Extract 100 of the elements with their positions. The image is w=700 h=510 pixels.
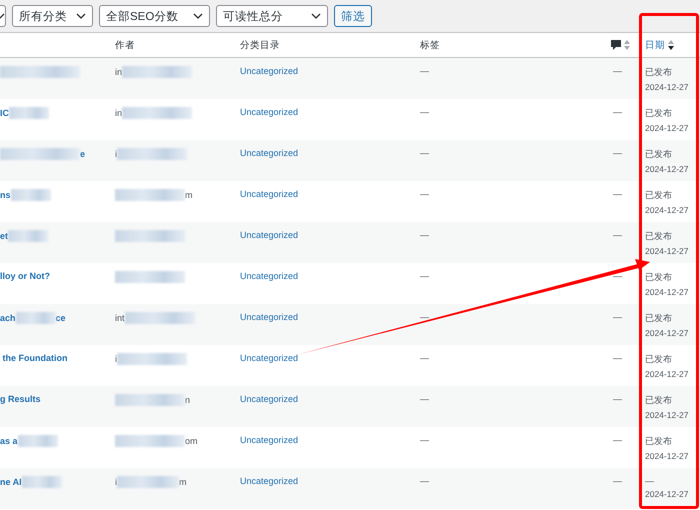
filter-button[interactable]: 筛选	[334, 5, 372, 27]
post-status: 已发布	[645, 353, 672, 366]
dropdown[interactable]: 所有分类	[12, 5, 93, 27]
author-text: i	[115, 477, 117, 487]
category-link[interactable]: Uncategorized	[240, 271, 298, 281]
table-cell: —	[613, 148, 622, 158]
post-date: 2024-12-27	[645, 451, 688, 461]
author-text: n	[185, 395, 190, 405]
post-title-link[interactable]: lloy or Not?	[0, 271, 50, 281]
category-link[interactable]: Uncategorized	[240, 230, 298, 240]
table-cell: —	[420, 271, 429, 281]
column-sort-link[interactable]: 日期	[645, 38, 665, 52]
post-status: 已发布	[645, 435, 672, 448]
table-cell: —	[420, 312, 429, 322]
redaction-blur	[122, 107, 192, 119]
author-text: in	[115, 108, 122, 118]
post-title-link[interactable]: g Results	[0, 394, 41, 404]
post-title-link[interactable]: ns	[0, 190, 11, 200]
post-title-link[interactable]: et	[0, 231, 8, 241]
post-status: 已发布	[645, 107, 672, 120]
post-status: 已发布	[645, 189, 672, 202]
category-link[interactable]: Uncategorized	[240, 435, 298, 445]
redaction-blur	[115, 394, 185, 406]
redaction-blur	[122, 66, 192, 78]
redaction-blur	[117, 148, 187, 160]
post-title-link[interactable]: ne AI	[0, 477, 22, 487]
author-text: m	[179, 477, 186, 487]
category-link[interactable]: Uncategorized	[240, 353, 298, 363]
category-link[interactable]: Uncategorized	[240, 66, 298, 76]
post-date: 2024-12-27	[645, 164, 688, 174]
post-date: 2024-12-27	[645, 123, 688, 133]
table-cell: —	[420, 66, 429, 76]
author-text: i	[115, 149, 117, 159]
category-link[interactable]: Uncategorized	[240, 189, 298, 199]
table-cell: —	[613, 271, 622, 281]
post-status: 已发布	[645, 66, 672, 79]
column-header: 作者	[115, 38, 135, 52]
table-cell: —	[420, 353, 429, 363]
category-link[interactable]: Uncategorized	[240, 394, 298, 404]
post-title-link[interactable]: as a	[0, 436, 18, 446]
chevron-icon	[76, 13, 86, 19]
post-date: 2024-12-27	[645, 328, 688, 338]
post-status: 已发布	[645, 394, 672, 407]
table-cell: —	[613, 353, 622, 363]
table-cell: —	[420, 476, 429, 486]
column-header: 分类目录	[240, 38, 280, 52]
sort-icon[interactable]	[668, 40, 674, 50]
table-cell: —	[613, 476, 622, 486]
author-text: m	[185, 190, 192, 200]
table-cell: —	[613, 230, 622, 240]
redaction-blur	[115, 435, 185, 447]
post-date: 2024-12-27	[645, 287, 688, 297]
redaction-blur	[115, 271, 185, 283]
post-status: 已发布	[645, 271, 672, 284]
category-link[interactable]: Uncategorized	[240, 476, 298, 486]
author-text: in	[115, 67, 122, 77]
table-cell: —	[613, 312, 622, 322]
chevron-icon	[193, 13, 203, 19]
table-cell: —	[613, 66, 622, 76]
author-text: int	[115, 313, 125, 323]
post-date: 2024-12-27	[645, 82, 688, 92]
post-date: 2024-12-27	[645, 410, 688, 420]
post-title-link[interactable]: ce	[56, 313, 66, 323]
dropdown[interactable]: 可读性总分	[216, 5, 328, 27]
chevron-icon	[311, 13, 321, 19]
category-link[interactable]: Uncategorized	[240, 107, 298, 117]
table-cell: —	[420, 230, 429, 240]
post-title-link[interactable]: the Foundation	[0, 353, 68, 363]
post-date: 2024-12-27	[645, 489, 688, 499]
table-cell: —	[420, 394, 429, 404]
table-cell: —	[613, 394, 622, 404]
post-date: 2024-12-27	[645, 369, 688, 379]
comment-icon	[610, 40, 620, 50]
post-status: —	[645, 476, 654, 486]
category-link[interactable]: Uncategorized	[240, 312, 298, 322]
table-cell: —	[420, 435, 429, 445]
redaction-blur	[115, 189, 185, 201]
post-date: 2024-12-27	[645, 246, 688, 256]
redaction-blur	[117, 353, 187, 365]
table-cell: —	[613, 107, 622, 117]
dropdown[interactable]: 全部SEO分数	[99, 5, 210, 27]
post-title-link[interactable]: IC	[0, 108, 9, 118]
column-header: 标签	[420, 38, 440, 52]
author-text: i	[115, 354, 117, 364]
redaction-blur	[115, 230, 185, 242]
table-cell: —	[420, 148, 429, 158]
table-cell: —	[613, 435, 622, 445]
post-title-link[interactable]: e	[80, 149, 86, 159]
post-status: 已发布	[645, 148, 672, 161]
redaction-blur	[124, 312, 195, 324]
post-date: 2024-12-27	[645, 205, 688, 215]
table-cell: —	[420, 107, 429, 117]
table-cell: —	[420, 189, 429, 199]
redaction-blur	[117, 476, 179, 488]
category-link[interactable]: Uncategorized	[240, 148, 298, 158]
post-status: 已发布	[645, 312, 672, 325]
post-status: 已发布	[645, 230, 672, 243]
table-cell: —	[613, 189, 622, 199]
author-text: om	[185, 436, 198, 446]
post-title-link[interactable]: ach	[0, 313, 16, 323]
